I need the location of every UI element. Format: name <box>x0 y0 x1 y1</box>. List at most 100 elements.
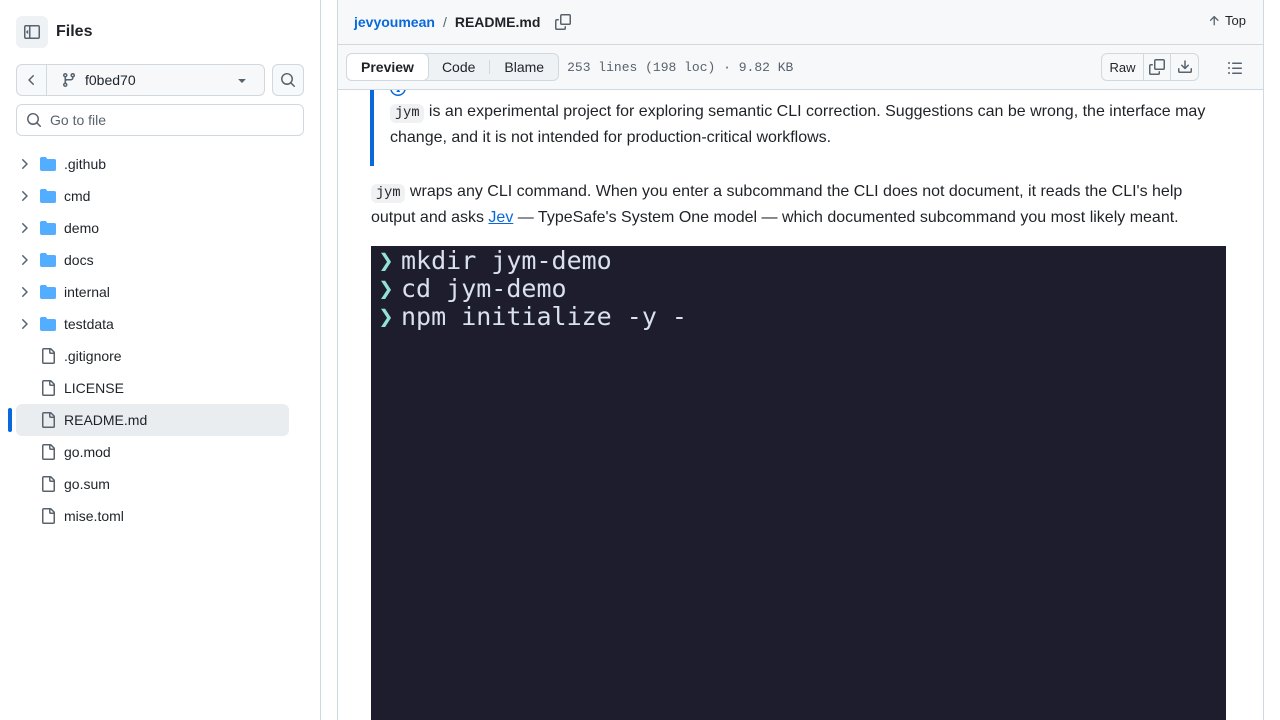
copy-icon <box>1149 59 1165 75</box>
breadcrumb: jevyoumean / README.md Top <box>338 0 1263 45</box>
tree-item-label: cmd <box>64 188 91 204</box>
file-icon <box>42 508 55 524</box>
tree-file-item[interactable]: go.mod <box>16 436 289 468</box>
list-unordered-icon <box>1228 62 1242 74</box>
tab-preview[interactable]: Preview <box>346 53 429 81</box>
folder-icon <box>40 285 56 299</box>
file-icon <box>40 380 56 396</box>
callout-body: is an experimental project for exploring… <box>390 103 1206 146</box>
view-mode-tabs: Preview Code Blame <box>346 53 560 81</box>
tree-folder-item[interactable]: .github <box>16 148 289 180</box>
tree-item-label: go.sum <box>64 476 110 492</box>
tree-file-item[interactable]: README.md <box>8 404 289 436</box>
chevron-right-icon <box>22 255 28 265</box>
collapse-sidebar-button[interactable] <box>16 16 48 48</box>
outline-button[interactable] <box>1225 58 1245 78</box>
folder-icon <box>40 188 56 204</box>
tree-file-item[interactable]: go.sum <box>16 468 289 500</box>
expand-toggle[interactable] <box>16 284 32 300</box>
callout-text: jym is an experimental project for explo… <box>390 100 1230 150</box>
back-button[interactable] <box>17 65 47 95</box>
file-view: jevyoumean / README.md Top Preview Code … <box>337 0 1264 720</box>
branch-selector[interactable]: f0bed70 <box>16 64 265 96</box>
file-icon <box>42 412 55 428</box>
tree-item-label: LICENSE <box>64 380 124 396</box>
expand-toggle[interactable] <box>16 156 32 172</box>
raw-button[interactable]: Raw <box>1102 54 1144 80</box>
tree-folder-item[interactable]: internal <box>16 276 289 308</box>
git-branch-icon <box>63 72 75 88</box>
inline-code: jym <box>371 184 406 203</box>
terminal-prompt: ❯ <box>378 245 394 275</box>
tree-folder-item[interactable]: cmd <box>16 180 289 212</box>
file-icon <box>40 476 56 492</box>
terminal-prompt: ❯ <box>378 301 394 331</box>
search-files-button[interactable] <box>272 64 304 96</box>
tree-item-label: go.mod <box>64 444 111 460</box>
file-icon <box>40 412 56 428</box>
intro-paragraph: jym wraps any CLI command. When you ente… <box>371 180 1231 230</box>
tab-code[interactable]: Code <box>428 54 489 80</box>
tree-item-label: README.md <box>64 412 148 428</box>
tree-folder-item[interactable]: testdata <box>16 308 289 340</box>
tree-item-label: .github <box>64 156 107 172</box>
tree-file-item[interactable]: LICENSE <box>16 372 289 404</box>
expand-toggle[interactable] <box>16 252 32 268</box>
folder-icon <box>40 221 56 235</box>
go-to-file-field[interactable] <box>16 104 304 136</box>
chevron-right-icon <box>22 223 28 233</box>
jev-link[interactable]: Jev <box>488 209 513 226</box>
go-to-file-input[interactable] <box>50 112 280 128</box>
file-icon <box>40 444 56 460</box>
file-tree: .github cmd demo docs internal testdata .gitig… <box>8 148 289 532</box>
copy-path-button[interactable] <box>552 11 574 33</box>
file-icon <box>42 348 55 364</box>
folder-icon <box>40 220 56 236</box>
search-icon <box>281 73 296 88</box>
chevron-right-icon <box>22 159 28 169</box>
top-label: Top <box>1225 13 1246 28</box>
tree-item-label: internal <box>64 284 110 300</box>
breadcrumb-repo-link[interactable]: jevyoumean <box>354 14 435 30</box>
sidebar-header: Files <box>16 16 92 48</box>
file-tree-sidebar: Files f0bed70 .github cmd demo docs internal… <box>0 0 321 720</box>
sidebar-collapse-icon <box>24 25 40 39</box>
tree-item-label: testdata <box>64 316 114 332</box>
download-button[interactable] <box>1171 54 1198 80</box>
branch-row: f0bed70 <box>16 64 304 96</box>
terminal-demo-image: ❯ mkdir jym-demo ❯ cd jym-demo ❯ npm ini… <box>371 246 1226 720</box>
expand-toggle[interactable] <box>16 220 32 236</box>
chevron-left-icon <box>27 75 34 85</box>
tree-file-item[interactable]: .gitignore <box>16 340 289 372</box>
file-stats: 253 lines (198 loc) · 9.82 KB <box>567 59 794 75</box>
tree-folder-item[interactable]: demo <box>16 212 289 244</box>
tab-blame[interactable]: Blame <box>490 54 558 80</box>
tree-folder-item[interactable]: docs <box>16 244 289 276</box>
folder-icon <box>40 252 56 268</box>
expand-toggle[interactable] <box>16 316 32 332</box>
folder-icon <box>40 156 56 172</box>
intro-text-2: — TypeSafe's System One model — which do… <box>513 209 1179 226</box>
folder-icon <box>40 316 56 332</box>
terminal-command: npm initialize -y - <box>401 301 687 331</box>
breadcrumb-separator: / <box>442 14 447 30</box>
file-toolbar: Preview Code Blame 253 lines (198 loc) ·… <box>338 45 1263 90</box>
copy-raw-button[interactable] <box>1144 54 1171 80</box>
folder-icon <box>40 317 56 331</box>
file-icon <box>42 380 55 396</box>
terminal-line: ❯ mkdir jym-demo <box>371 245 1226 275</box>
folder-icon <box>40 189 56 203</box>
terminal-line: ❯ npm initialize -y - <box>371 301 1226 331</box>
file-icon <box>42 476 55 492</box>
warning-callout: jym is an experimental project for explo… <box>370 90 1230 166</box>
expand-toggle[interactable] <box>16 188 32 204</box>
back-to-top-link[interactable]: Top <box>1207 13 1246 28</box>
tree-item-label: .gitignore <box>64 348 122 364</box>
tree-file-item[interactable]: mise.toml <box>16 500 289 532</box>
tree-item-label: mise.toml <box>64 508 124 524</box>
terminal-command: cd jym-demo <box>401 273 567 303</box>
folder-icon <box>40 284 56 300</box>
branch-dropdown[interactable]: f0bed70 <box>47 65 264 95</box>
